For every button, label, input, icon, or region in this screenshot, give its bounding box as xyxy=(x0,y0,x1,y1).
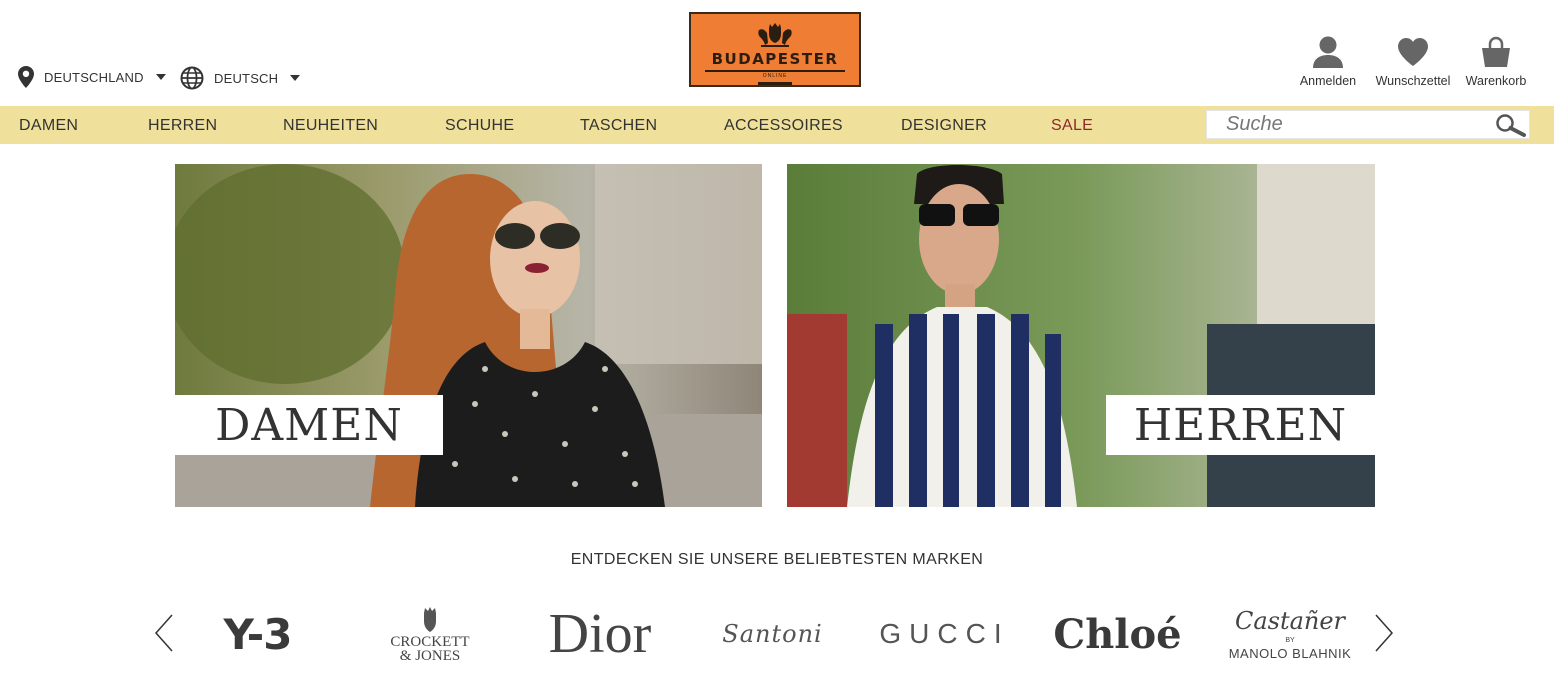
globe-icon xyxy=(180,66,204,90)
hero-banner-damen[interactable]: DAMEN xyxy=(175,164,762,507)
brand-logo-dior[interactable]: Dior xyxy=(535,598,665,670)
crest-icon xyxy=(424,607,436,632)
search-input[interactable] xyxy=(1207,111,1487,138)
nav-item-sale[interactable]: SALE xyxy=(1051,117,1093,135)
brand-line: MANOLO BLAHNIK xyxy=(1228,646,1352,661)
brand-logo-crockett-jones[interactable]: CROCKETT & JONES xyxy=(380,598,480,670)
chevron-right-icon[interactable] xyxy=(1372,613,1396,653)
shopping-bag-icon xyxy=(1482,36,1510,67)
brands-heading: ENTDECKEN SIE UNSERE BELIEBTESTEN MARKEN xyxy=(570,551,984,568)
chevron-down-icon xyxy=(155,74,166,80)
logo-divider xyxy=(758,82,792,85)
hero-banner-herren[interactable]: HERREN xyxy=(787,164,1375,507)
brand-line: Castañer xyxy=(1234,607,1346,635)
nav-item-designer[interactable]: DESIGNER xyxy=(901,117,987,135)
language-selector[interactable]: DEUTSCH xyxy=(180,66,301,90)
header: DEUTSCHLAND DEUTSCH BUDAPESTER ONLINE An… xyxy=(0,0,1554,106)
logo-divider xyxy=(705,70,845,72)
brand-logo-santoni[interactable]: Santoni xyxy=(700,598,845,670)
logo-wordmark: BUDAPESTER xyxy=(711,50,839,68)
search-box xyxy=(1206,110,1530,139)
location-pin-icon xyxy=(18,66,34,88)
country-label: DEUTSCHLAND xyxy=(44,69,144,85)
chevron-down-icon xyxy=(290,75,301,81)
user-icon xyxy=(1313,36,1343,68)
login-button[interactable]: Anmelden xyxy=(1296,36,1360,88)
nav-item-neuheiten[interactable]: NEUHEITEN xyxy=(283,117,378,135)
hero-label-herren: HERREN xyxy=(1106,395,1375,455)
nav-item-schuhe[interactable]: SCHUHE xyxy=(445,117,514,135)
cart-button[interactable]: Warenkorb xyxy=(1462,36,1530,88)
brand-line: BY xyxy=(1285,637,1295,644)
heart-icon xyxy=(1398,38,1428,66)
nav-item-damen[interactable]: DAMEN xyxy=(19,117,78,135)
brand-line: CROCKETT xyxy=(390,634,470,650)
hero-image-damen xyxy=(175,164,762,507)
brand-logo-chloe[interactable]: Chloé xyxy=(1050,598,1185,670)
cart-label: Warenkorb xyxy=(1465,74,1527,88)
brand-logo-gucci[interactable]: GUCCI xyxy=(872,598,1017,670)
country-selector[interactable]: DEUTSCHLAND xyxy=(18,66,166,88)
wishlist-label: Wunschzettel xyxy=(1375,74,1451,88)
hero-image-herren xyxy=(787,164,1375,507)
brand-line: & JONES xyxy=(399,648,461,664)
hero-label-damen: DAMEN xyxy=(175,395,443,455)
chevron-left-icon[interactable] xyxy=(152,613,176,653)
language-label: DEUTSCH xyxy=(214,70,279,86)
brand-logo-castaner[interactable]: Castañer BY MANOLO BLAHNIK xyxy=(1215,598,1365,670)
wishlist-button[interactable]: Wunschzettel xyxy=(1372,36,1454,88)
nav-item-herren[interactable]: HERREN xyxy=(148,117,217,135)
nav-item-accessoires[interactable]: ACCESSOIRES xyxy=(724,117,843,135)
search-icon[interactable] xyxy=(1495,113,1527,137)
login-label: Anmelden xyxy=(1299,74,1357,88)
nav-item-taschen[interactable]: TASCHEN xyxy=(580,117,657,135)
brand-logo-y3[interactable]: Y-3 xyxy=(205,598,310,670)
crest-icon xyxy=(758,23,792,47)
logo-subtitle: ONLINE xyxy=(762,73,788,79)
site-logo[interactable]: BUDAPESTER ONLINE xyxy=(689,12,861,87)
